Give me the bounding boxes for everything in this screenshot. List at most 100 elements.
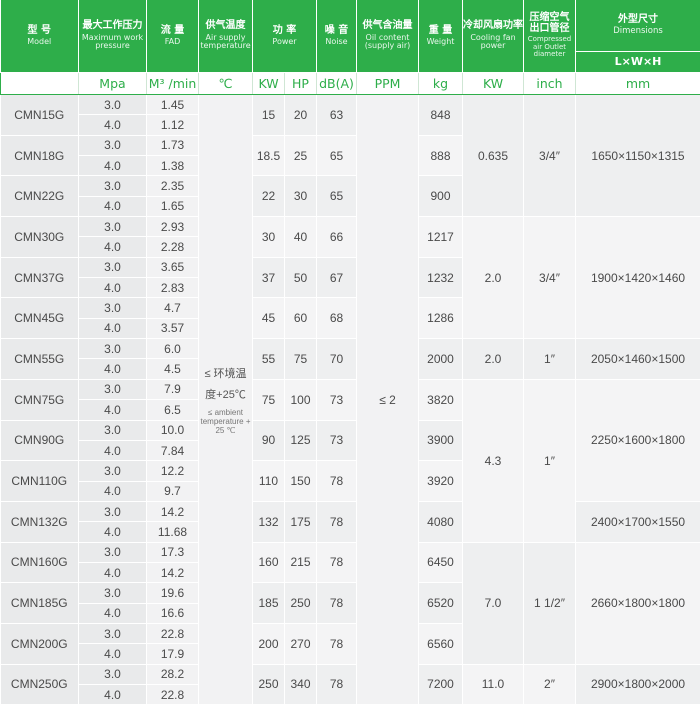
noise-cell: 73 [316,420,357,462]
header-fad: 流 量 FAD [146,0,199,73]
fan-power-cell: 11.0 [462,664,524,705]
noise-cell: 73 [316,379,357,421]
weight-cell: 6450 [418,542,463,584]
pressure-cell: 4.0 [78,236,147,258]
power-hp-cell: 25 [284,135,317,177]
weight-cell: 6520 [418,582,463,624]
model-cell: CMN250G [0,664,79,705]
power-hp-cell: 60 [284,297,317,340]
fad-cell: 22.8 [146,623,199,645]
pressure-cell: 3.0 [78,338,147,360]
supply-temp-text-en: ≤ ambient temperature + 25 ℃ [200,408,251,436]
power-kw-cell: 55 [252,338,285,380]
fad-cell: 2.83 [146,277,199,299]
pressure-cell: 3.0 [78,420,147,441]
fad-cell: 6.5 [146,399,199,421]
power-hp-cell: 100 [284,379,317,421]
table-row: CMN250G 3.0 28.2 250 340 78 7200 11.0 2″ 2900×180… [0,664,700,705]
fad-cell: 9.7 [146,481,199,502]
weight-cell: 4080 [418,501,463,543]
pressure-cell: 4.0 [78,318,147,340]
fad-cell: 1.12 [146,114,199,136]
power-kw-cell: 160 [252,542,285,584]
pressure-cell: 4.0 [78,440,147,462]
spec-table-body: CMN15G 3.0 1.45 ≤ 环境温度+25℃ ≤ ambient tempera… [0,94,700,705]
power-kw-cell: 30 [252,216,285,258]
fad-cell: 2.35 [146,175,199,197]
power-kw-cell: 132 [252,501,285,543]
power-hp-cell: 250 [284,582,317,624]
fan-power-cell: 7.0 [462,542,524,665]
noise-cell: 68 [316,297,357,340]
fad-cell: 16.6 [146,603,199,624]
header-dimensions: 外型尺寸 Dimensions [575,0,700,52]
model-cell: CMN90G [0,420,79,462]
fad-cell: 3.57 [146,318,199,340]
model-cell: CMN18G [0,135,79,177]
fad-cell: 1.73 [146,135,199,157]
model-cell: CMN15G [0,94,79,136]
fad-cell: 4.7 [146,297,199,319]
unit-oil: PPM [356,72,419,95]
pressure-cell: 4.0 [78,358,147,380]
power-kw-cell: 45 [252,297,285,340]
weight-cell: 1217 [418,216,463,258]
power-kw-cell: 37 [252,257,285,299]
model-cell: CMN30G [0,216,79,258]
header-weight: 重 量 Weight [418,0,463,73]
fad-cell: 19.6 [146,582,199,604]
outlet-diameter-cell: 3/4″ [523,216,576,340]
pressure-cell: 4.0 [78,603,147,624]
dimensions-cell: 1900×1420×1460 [575,216,700,340]
unit-fan: KW [462,72,524,95]
dimensions-cell: 2660×1800×1800 [575,542,700,665]
pressure-cell: 3.0 [78,216,147,238]
oil-content-cell: ≤ 2 [356,94,419,705]
fad-cell: 1.45 [146,94,199,116]
header-noise: 噪 音 Noise [316,0,357,73]
noise-cell: 78 [316,501,357,543]
power-hp-cell: 40 [284,216,317,258]
noise-cell: 63 [316,94,357,136]
header-dimensions-sub: L×W×H [575,51,700,73]
power-kw-cell: 18.5 [252,135,285,177]
power-hp-cell: 150 [284,460,317,502]
outlet-diameter-cell: 1 1/2″ [523,542,576,665]
noise-cell: 66 [316,216,357,258]
fad-cell: 7.84 [146,440,199,462]
unit-kw: KW [252,72,285,95]
power-kw-cell: 250 [252,664,285,705]
power-kw-cell: 185 [252,582,285,624]
pressure-cell: 3.0 [78,623,147,645]
table-row: CMN160G 3.0 17.3 160 215 78 6450 7.0 1 1/2″ 2660×… [0,542,700,665]
power-kw-cell: 75 [252,379,285,421]
fad-cell: 17.3 [146,542,199,563]
weight-cell: 3900 [418,420,463,462]
unit-model [0,72,79,95]
weight-cell: 848 [418,94,463,136]
outlet-diameter-cell: 3/4″ [523,94,576,218]
weight-cell: 3820 [418,379,463,421]
power-hp-cell: 20 [284,94,317,136]
weight-cell: 6560 [418,623,463,665]
power-kw-cell: 15 [252,94,285,136]
pressure-cell: 4.0 [78,521,147,543]
unit-fad: M³ /min [146,72,199,95]
model-cell: CMN55G [0,338,79,380]
dimensions-cell: 2250×1600×1800 [575,379,700,502]
weight-cell: 1286 [418,297,463,340]
weight-cell: 1232 [418,257,463,299]
pressure-cell: 4.0 [78,481,147,502]
header-model: 型 号 Model [0,0,79,73]
pressure-cell: 4.0 [78,643,147,665]
power-kw-cell: 110 [252,460,285,502]
model-cell: CMN160G [0,542,79,584]
fad-cell: 1.38 [146,155,199,177]
pressure-cell: 4.0 [78,114,147,136]
table-row: CMN132G 3.0 14.2 132 175 78 4080 2400×1700×1550 [0,501,700,543]
header-pressure: 最大工作压力 Maximum work pressure [78,0,147,73]
weight-cell: 7200 [418,664,463,705]
power-kw-cell: 200 [252,623,285,665]
spec-table: 型 号 Model 最大工作压力 Maximum work pressure 流… [0,0,700,705]
pressure-cell: 4.0 [78,562,147,584]
